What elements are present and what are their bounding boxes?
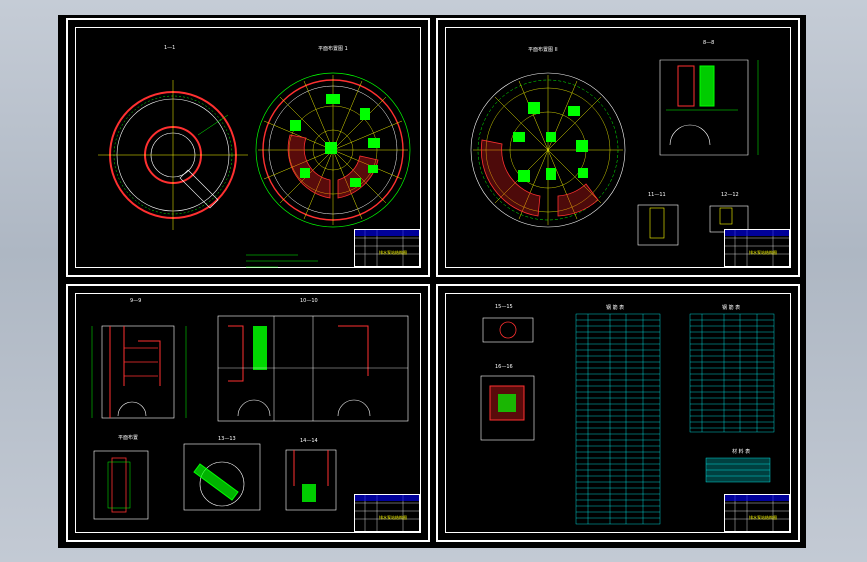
title-block: 排水泵站结构图 (724, 229, 790, 267)
drawing-sheet-3[interactable]: 9—9 10—10 平面布置 13—13 14—14 排水泵站结构图 (66, 284, 430, 542)
drawing-sheet-1[interactable]: 1—1 平面布置图 1 排水泵站结构图 (66, 18, 430, 277)
title-block-grid (355, 230, 419, 266)
title-block-grid (725, 495, 789, 531)
title-block-grid (725, 230, 789, 266)
drawing-sheet-4[interactable]: 15—15 16—16 钢 筋 表 钢 筋 表 材 料 表 排水泵站结构图 (436, 284, 800, 542)
title-block-grid (355, 495, 419, 531)
section-10-10 (217, 315, 409, 422)
title-block-name: 排水泵站结构图 (379, 250, 407, 255)
section-8-8 (659, 59, 759, 156)
title-block-name: 排水泵站结构图 (749, 515, 777, 520)
section-11-11 (637, 204, 679, 246)
title-block-name: 排水泵站结构图 (379, 515, 407, 520)
title-block: 排水泵站结构图 (354, 229, 420, 267)
section-15-15 (482, 317, 534, 343)
annular-plan (98, 80, 248, 230)
general-notes (246, 254, 318, 268)
title-block-name: 排水泵站结构图 (749, 250, 777, 255)
radial-plan (255, 72, 411, 228)
drawing-canvas[interactable]: 1—1 平面布置图 1 排水泵站结构图 平面布置图 II 8—8 11—11 1… (58, 15, 806, 548)
title-block: 排水泵站结构图 (724, 494, 790, 532)
radial-plan-2 (470, 72, 626, 228)
section-16-16 (480, 375, 535, 441)
title-block: 排水泵站结构图 (354, 494, 420, 532)
rebar-table-b (689, 313, 775, 433)
drawing-sheet-2[interactable]: 平面布置图 II 8—8 11—11 12—12 排水泵站结构图 (436, 18, 800, 277)
material-table (705, 457, 771, 483)
section-9-9 (91, 325, 187, 419)
section-14-14 (285, 449, 337, 511)
rebar-table-a (575, 313, 661, 525)
section-13-13 (183, 443, 261, 511)
plan-detail (93, 450, 149, 520)
